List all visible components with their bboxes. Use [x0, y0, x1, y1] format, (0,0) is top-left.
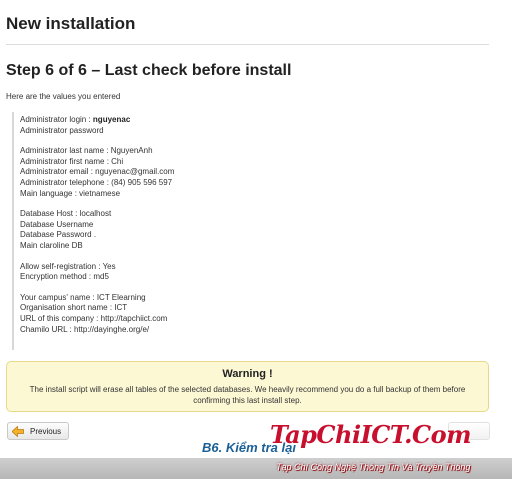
watermark-tagline: Tạp Chí Công Nghệ Thông Tin Và Truyền Th…: [276, 462, 471, 472]
values-summary: Administrator login : nguyenac Administr…: [12, 112, 202, 350]
encryption-line: Encryption method : md5: [20, 272, 109, 282]
company-url-line: URL of this company : http://tapchiict.c…: [20, 313, 168, 323]
warning-box: Warning ! The install script will erase …: [6, 361, 489, 412]
previous-button-label: Previous: [30, 426, 62, 436]
chamilo-url-line: Chamilo URL : http://dayinghe.org/e/: [20, 324, 150, 334]
campus-name-line: Your campus' name : ICT Elearning: [20, 292, 146, 302]
db-username-line: Database Username: [20, 219, 94, 229]
settings-group: Allow self-registration : Yes Encryption…: [20, 262, 202, 283]
title-divider: [6, 44, 489, 45]
warning-title: Warning !: [222, 368, 273, 380]
admin-lastname-line: Administrator last name : NguyenAnh: [20, 146, 153, 156]
admin-telephone-line: Administrator telephone : (84) 905 596 5…: [20, 177, 173, 187]
warning-text: The install script will erase all tables…: [29, 385, 466, 405]
org-short-name-line: Organisation short name : ICT: [20, 303, 128, 313]
database-group: Database Host : localhost Database Usern…: [20, 209, 202, 251]
person-group: Administrator last name : NguyenAnh Admi…: [20, 146, 202, 199]
db-host-line: Database Host : localhost: [20, 209, 112, 219]
self-registration-line: Allow self-registration : Yes: [20, 261, 116, 271]
arrow-left-icon: [12, 425, 24, 437]
admin-group: Administrator login : nguyenac Administr…: [20, 115, 202, 136]
main-db-line: Main claroline DB: [20, 240, 83, 250]
watermark-logo: TapChiICT.Com: [270, 420, 472, 449]
main-language-line: Main language : vietnamese: [20, 188, 121, 198]
admin-login-line: Administrator login : nguyenac: [20, 115, 131, 124]
admin-password-line: Administrator password: [20, 125, 104, 135]
page-title: New installation: [6, 14, 136, 33]
db-password-line: Database Password .: [20, 230, 97, 240]
intro-text: Here are the values you entered: [6, 92, 121, 101]
previous-button[interactable]: Previous: [7, 422, 69, 440]
admin-firstname-line: Administrator first name : Chi: [20, 156, 124, 166]
campus-group: Your campus' name : ICT Elearning Organi…: [20, 293, 202, 335]
step-title: Step 6 of 6 – Last check before install: [6, 62, 292, 79]
admin-email-line: Administrator email : nguyenac@gmail.com: [20, 167, 175, 177]
